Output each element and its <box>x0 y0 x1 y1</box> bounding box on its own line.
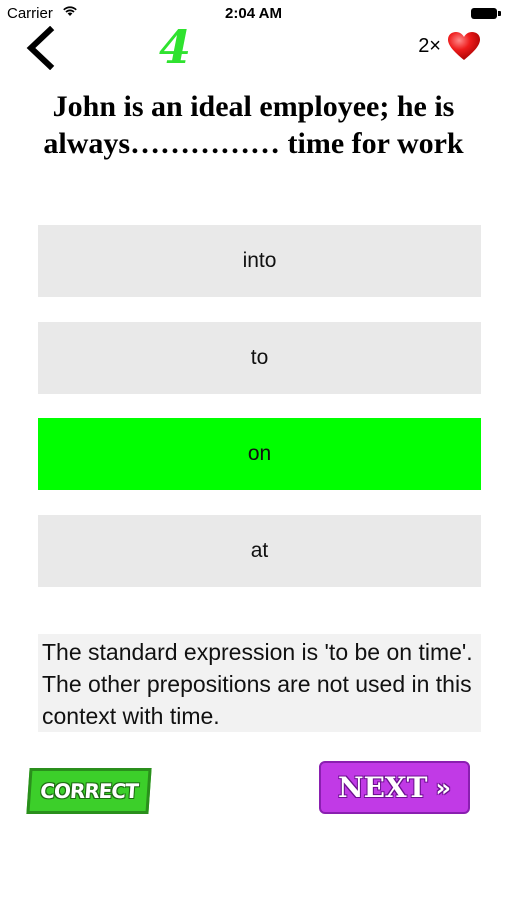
correct-badge: CORRECT <box>26 768 152 814</box>
correct-badge-label: CORRECT <box>39 779 139 803</box>
chevron-left-icon <box>26 25 55 71</box>
lives-count: 2× <box>418 34 441 57</box>
question-number: 4 <box>158 20 191 74</box>
answer-option-into[interactable]: into <box>38 225 481 297</box>
lives-indicator: 2× <box>418 30 481 62</box>
heart-icon <box>448 32 480 60</box>
status-time: 2:04 AM <box>225 5 282 22</box>
explanation-text: The standard expression is 'to be on tim… <box>38 634 481 732</box>
battery-icon <box>471 8 501 19</box>
back-button[interactable] <box>22 25 62 71</box>
answer-option-to[interactable]: to <box>38 322 481 394</box>
next-button-label: NEXT <box>337 771 428 804</box>
double-chevron-right-icon: » <box>435 773 451 802</box>
status-bar: Carrier 2:04 AM <box>0 0 507 28</box>
answer-option-on[interactable]: on <box>38 418 481 490</box>
answer-option-at[interactable]: at <box>38 515 481 587</box>
next-button[interactable]: NEXT » <box>319 761 470 814</box>
question-text: John is an ideal employee; he is always…… <box>43 90 464 160</box>
